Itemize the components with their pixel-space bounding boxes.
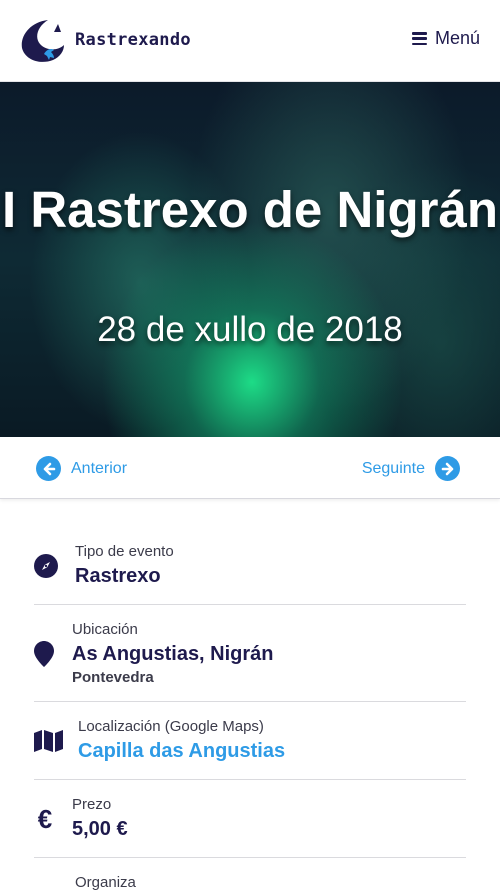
next-label: Seguinte	[361, 459, 425, 477]
map-icon	[34, 730, 63, 752]
location-value: As Angustias, Nigrán	[72, 643, 274, 665]
detail-organizer: Organiza	[34, 858, 466, 890]
site-header: Rastrexando Menú	[0, 0, 500, 82]
compass-icon	[34, 554, 58, 578]
previous-label: Anterior	[71, 459, 128, 477]
location-label: Ubicación	[72, 621, 138, 638]
detail-location: Ubicación As Angustias, Nigrán Pontevedr…	[34, 605, 466, 702]
maps-link[interactable]: Capilla das Angustias	[78, 740, 285, 763]
rastrexando-logo-icon[interactable]	[18, 18, 68, 64]
price-value: 5,00 €	[72, 818, 128, 840]
event-navigation: Anterior Seguinte	[0, 437, 500, 499]
event-title: I Rastrexo de Nigrán	[2, 181, 498, 238]
event-details: Tipo de evento Rastrexo Ubicación As Ang…	[34, 526, 466, 890]
organizer-label: Organiza	[75, 874, 136, 890]
menu-label: Menú	[434, 28, 480, 48]
brand-name[interactable]: Rastrexando	[75, 30, 191, 50]
next-event-link[interactable]: Seguinte	[362, 456, 460, 481]
arrow-right-circle-icon	[435, 456, 460, 481]
detail-price: € Prezo 5,00 €	[34, 780, 466, 858]
event-date: 28 de xullo de 2018	[97, 310, 403, 349]
maps-label: Localización (Google Maps)	[78, 718, 264, 735]
price-label: Prezo	[72, 796, 112, 813]
menu-button[interactable]: Menú	[411, 28, 480, 49]
arrow-left-circle-icon	[36, 456, 61, 481]
event-type-label: Tipo de evento	[75, 543, 174, 560]
hamburger-icon	[411, 32, 427, 45]
location-province: Pontevedra	[72, 669, 154, 686]
detail-event-type: Tipo de evento Rastrexo	[34, 526, 466, 605]
detail-maps: Localización (Google Maps) Capilla das A…	[34, 702, 466, 780]
map-pin-icon	[34, 641, 54, 667]
event-type-value: Rastrexo	[75, 565, 161, 587]
previous-event-link[interactable]: Anterior	[36, 456, 127, 481]
event-hero: I Rastrexo de Nigrán 28 de xullo de 2018	[0, 82, 500, 437]
euro-icon: €	[37, 803, 53, 834]
